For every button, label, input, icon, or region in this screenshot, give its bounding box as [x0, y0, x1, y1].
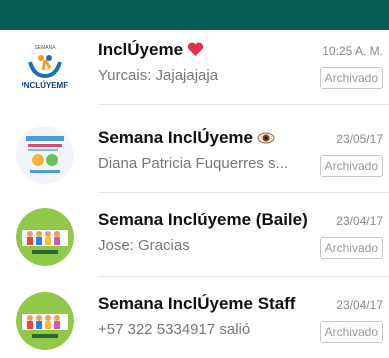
archived-badge: Archivado	[319, 321, 383, 343]
chat-last-message: Yurcais: Jajajajaja	[98, 67, 219, 84]
chat-time: 23/04/17	[336, 214, 383, 228]
svg-text:SEMANA: SEMANA	[34, 45, 56, 51]
divider	[98, 192, 389, 193]
kids-group-avatar-icon	[16, 292, 74, 350]
chat-last-message: +57 322 5334917 salió	[98, 321, 251, 338]
divider	[98, 276, 389, 277]
chat-title: Semana InclÚyeme Staff	[98, 294, 296, 313]
chat-time: 23/05/17	[336, 132, 383, 146]
semana-incluyeme-logo-icon: SEMANA INCLÚYEME	[16, 38, 74, 96]
chat-last-message: Jose: Gracias	[98, 237, 190, 254]
chat-row-semana-incluyeme[interactable]: Semana InclÚyeme Diana Patricia Fuquerre…	[0, 118, 389, 192]
app-header-bar	[0, 0, 389, 30]
avatar: SEMANA INCLÚYEME	[16, 38, 74, 96]
chat-row-incluyeme[interactable]: SEMANA INCLÚYEME InclÚyeme Yurcais: Jaja…	[0, 30, 389, 104]
red-heart-icon	[187, 42, 204, 62]
archived-badge: Archivado	[319, 155, 383, 177]
chat-title: Semana InclÚyeme	[98, 128, 275, 150]
archived-badge: Archivado	[319, 67, 383, 89]
chat-last-message: Diana Patricia Fuquerres s...	[98, 155, 289, 172]
svg-text:INCLÚYEME: INCLÚYEME	[21, 81, 69, 90]
avatar	[16, 208, 74, 266]
chat-time: 10:25 A. M.	[322, 44, 383, 58]
chat-time: 23/04/17	[336, 298, 383, 312]
chat-title: InclÚyeme	[98, 40, 204, 62]
chat-title: Semana Inclúyeme (Baile)	[98, 210, 308, 229]
avatar	[16, 292, 74, 350]
kids-group-avatar-icon	[16, 208, 74, 266]
archived-badge: Archivado	[319, 237, 383, 259]
poster-avatar-icon	[16, 126, 74, 184]
divider	[98, 104, 389, 105]
eye-icon	[257, 130, 275, 150]
avatar	[16, 126, 74, 184]
chat-row-semana-incluyeme-baile[interactable]: Semana Inclúyeme (Baile) Jose: Gracias 2…	[0, 200, 389, 274]
chat-row-semana-incluyeme-staff[interactable]: Semana InclÚyeme Staff +57 322 5334917 s…	[0, 284, 389, 358]
